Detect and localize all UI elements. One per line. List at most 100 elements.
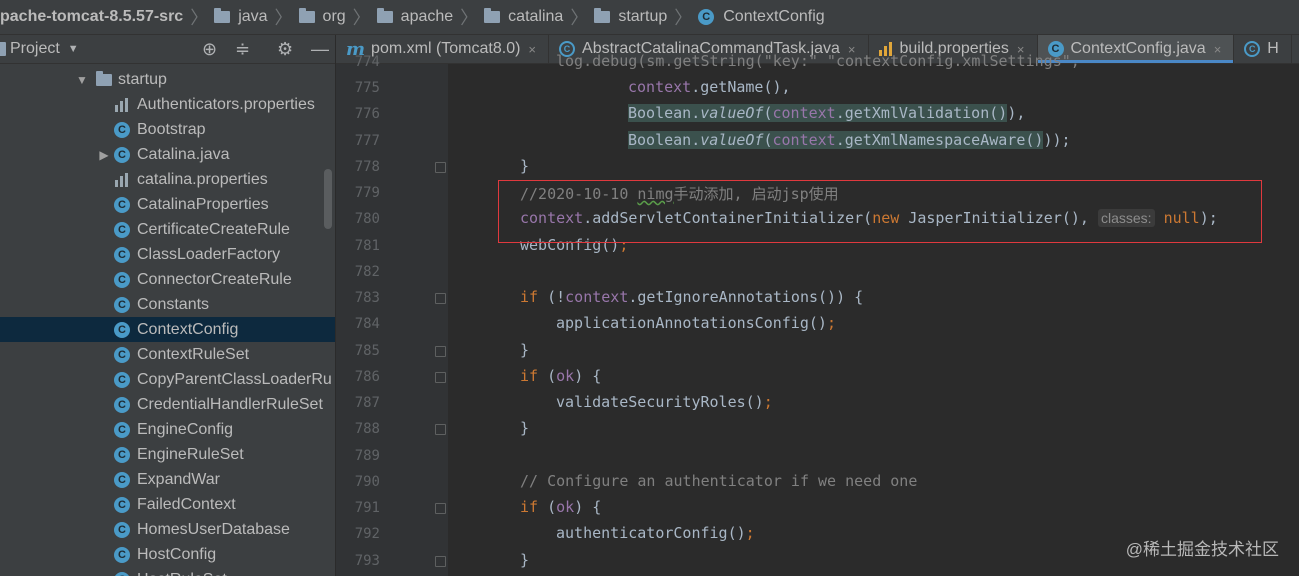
- fold-marker[interactable]: [435, 162, 446, 173]
- code-line-791: if (ok) {: [520, 498, 602, 516]
- folder-icon: [376, 8, 393, 23]
- code-line-792: authenticatorConfig();: [556, 524, 755, 542]
- tree-item-label: Constants: [137, 295, 210, 313]
- gear-icon[interactable]: ⚙: [277, 39, 293, 60]
- class-icon: C: [114, 546, 130, 563]
- breadcrumb-item-java[interactable]: java: [214, 8, 269, 26]
- tree-item[interactable]: C HostConfig: [0, 542, 335, 567]
- line-number: 791: [354, 500, 380, 516]
- class-icon: C: [114, 146, 130, 163]
- watermark: @稀土掘金技术社区: [1125, 540, 1279, 559]
- class-icon: C: [114, 271, 130, 288]
- class-icon: C: [114, 571, 130, 576]
- class-icon: C: [114, 346, 130, 363]
- class-icon: C: [114, 246, 130, 263]
- tree-item-label: CatalinaProperties: [137, 195, 269, 213]
- tree-item-label: HostConfig: [137, 545, 217, 563]
- tree-item[interactable]: C EngineRuleSet: [0, 442, 335, 467]
- annotation-highlight-box: [498, 180, 1262, 243]
- fold-marker[interactable]: [435, 372, 446, 383]
- code-line-788: }: [520, 419, 530, 437]
- breadcrumb-item-org[interactable]: org: [298, 8, 348, 26]
- code-line-787: validateSecurityRoles();: [556, 393, 773, 411]
- code-line-776: Boolean.valueOf(context.getXmlValidation…: [628, 104, 1026, 122]
- tree-item[interactable]: C ConnectorCreateRule: [0, 267, 335, 292]
- tree-item[interactable]: C HostRuleSet: [0, 567, 335, 576]
- project-panel-header: Project ▼ ⊕ ≑ ⚙ —: [0, 35, 335, 64]
- folder-icon: [96, 70, 112, 86]
- tree-item-label: ConnectorCreateRule: [137, 270, 292, 288]
- expanded-arrow-icon[interactable]: ▼: [74, 73, 90, 87]
- folder-icon: [298, 8, 315, 23]
- class-icon: C: [1244, 41, 1261, 57]
- line-number: 777: [354, 133, 380, 149]
- code-line-775: context.getName(),: [628, 78, 791, 96]
- chevron-down-icon[interactable]: ▼: [68, 43, 79, 55]
- close-icon[interactable]: ×: [528, 42, 536, 57]
- tree-item-label: ExpandWar: [137, 470, 220, 488]
- code-line-786: if (ok) {: [520, 367, 602, 385]
- tree-item-label: Bootstrap: [137, 120, 206, 138]
- code-line-785: }: [520, 341, 530, 359]
- line-number: 792: [354, 526, 380, 542]
- fold-marker[interactable]: [435, 503, 446, 514]
- breadcrumb-item-catalina[interactable]: catalina: [484, 8, 565, 26]
- tree-item[interactable]: C FailedContext: [0, 492, 335, 517]
- tree-item[interactable]: C ExpandWar: [0, 467, 335, 492]
- line-number: 793: [354, 553, 380, 569]
- crosshair-icon[interactable]: ⊕: [202, 39, 217, 60]
- tree-item[interactable]: C EngineConfig: [0, 417, 335, 442]
- tree-item-label: EngineConfig: [137, 420, 234, 438]
- line-number: 774: [354, 54, 380, 70]
- scrollbar-thumb[interactable]: [324, 169, 332, 229]
- tree-folder-startup[interactable]: ▼ startup: [0, 67, 335, 92]
- tree-item[interactable]: Authenticators.properties: [0, 92, 335, 117]
- folder-icon: [214, 8, 231, 23]
- fold-marker[interactable]: [435, 424, 446, 435]
- fold-marker[interactable]: [435, 293, 446, 304]
- project-view-selector[interactable]: Project: [10, 40, 60, 58]
- class-icon: C: [114, 496, 130, 513]
- class-icon: C: [114, 446, 130, 463]
- tree-item[interactable]: C ClassLoaderFactory: [0, 242, 335, 267]
- fold-marker[interactable]: [435, 346, 446, 357]
- class-icon: C: [114, 121, 130, 138]
- breadcrumb-separator: 〉: [274, 8, 293, 28]
- collapse-icon[interactable]: ≑: [235, 39, 250, 60]
- tree-item[interactable]: C CatalinaProperties: [0, 192, 335, 217]
- properties-icon: [114, 172, 130, 188]
- breadcrumb-item-contextconfig[interactable]: C ContextConfig: [698, 8, 826, 26]
- collapsed-arrow-icon[interactable]: ▶: [96, 148, 112, 162]
- line-number: 786: [354, 369, 380, 385]
- tree-item[interactable]: C Constants: [0, 292, 335, 317]
- minimize-icon[interactable]: —: [311, 39, 329, 60]
- line-number: 780: [354, 211, 380, 227]
- tab-h[interactable]: C H: [1234, 35, 1292, 63]
- tree-item[interactable]: C CopyParentClassLoaderRu: [0, 367, 335, 392]
- class-icon: C: [114, 371, 130, 388]
- code-line-784: applicationAnnotationsConfig();: [556, 314, 836, 332]
- line-number: 790: [354, 474, 380, 490]
- tree-item[interactable]: C ContextRuleSet: [0, 342, 335, 367]
- class-icon: C: [114, 296, 130, 313]
- breadcrumb-item-root[interactable]: pache-tomcat-8.5.57-src: [0, 8, 185, 26]
- close-icon[interactable]: ×: [1214, 42, 1222, 57]
- class-icon: C: [114, 471, 130, 488]
- breadcrumb-separator: 〉: [190, 8, 209, 28]
- fold-marker[interactable]: [435, 556, 446, 567]
- tree-item[interactable]: C HomesUserDatabase: [0, 517, 335, 542]
- tree-item[interactable]: C CertificateCreateRule: [0, 217, 335, 242]
- breadcrumb-item-startup[interactable]: startup: [594, 8, 669, 26]
- tree-item[interactable]: C CredentialHandlerRuleSet: [0, 392, 335, 417]
- tree-item[interactable]: C Bootstrap: [0, 117, 335, 142]
- line-number: 784: [354, 316, 380, 332]
- tree-item[interactable]: catalina.properties: [0, 167, 335, 192]
- tree-item-label: CredentialHandlerRuleSet: [137, 395, 323, 413]
- tree-item[interactable]: ▶ C Catalina.java: [0, 142, 335, 167]
- breadcrumb-item-apache[interactable]: apache: [376, 8, 456, 26]
- tree-item[interactable]: C ContextConfig: [0, 317, 335, 342]
- breadcrumb-separator: 〉: [460, 8, 479, 28]
- project-icon: [0, 42, 6, 56]
- project-tree[interactable]: ▼ startup Authenticators.properties C Boot…: [0, 64, 336, 576]
- breadcrumb-separator: 〉: [352, 8, 371, 28]
